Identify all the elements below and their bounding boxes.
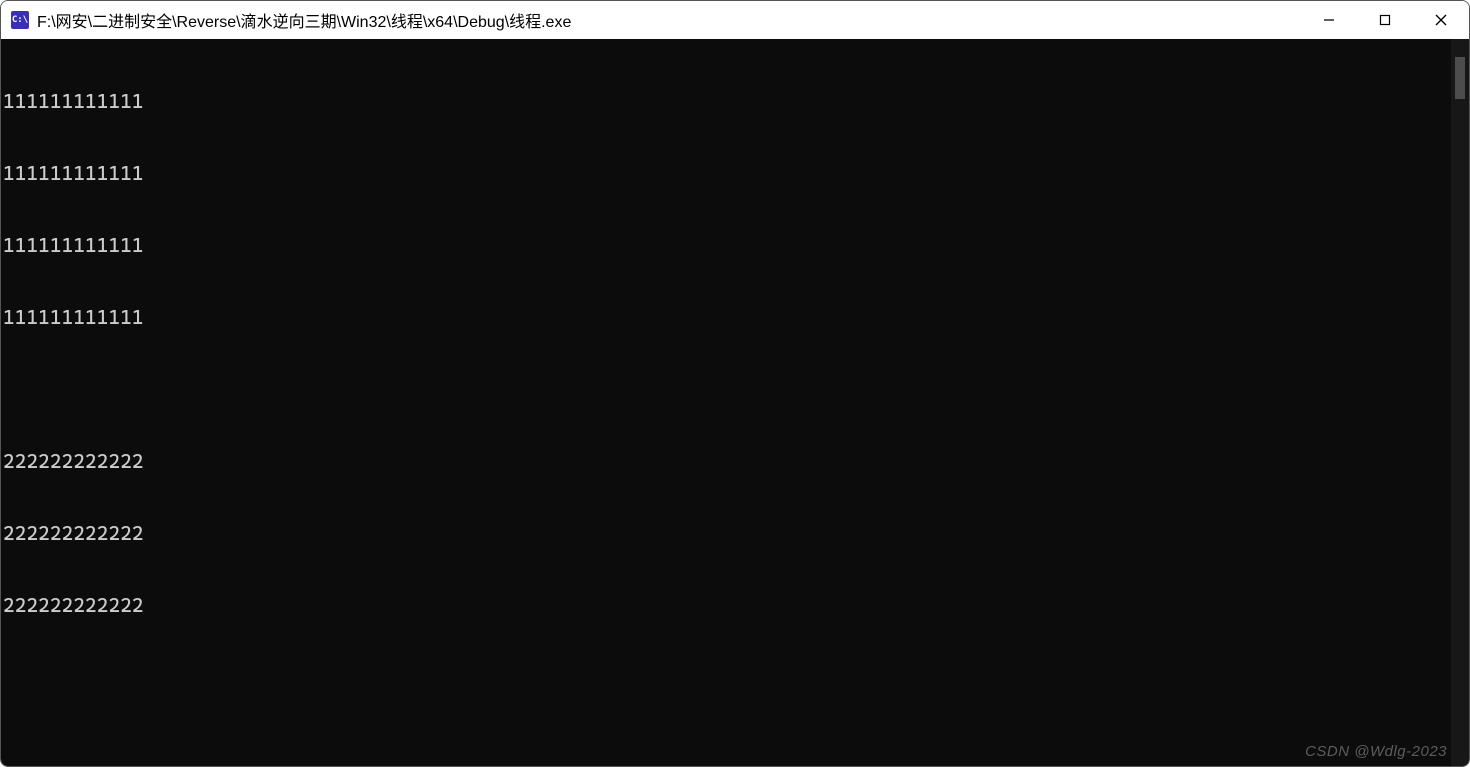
console-line: 111111111111	[3, 233, 1451, 257]
vertical-scrollbar[interactable]	[1451, 39, 1469, 766]
console-line: 222222222222	[3, 449, 1451, 473]
close-icon	[1435, 14, 1447, 26]
maximize-button[interactable]	[1357, 1, 1413, 39]
console-line: 111111111111	[3, 161, 1451, 185]
close-button[interactable]	[1413, 1, 1469, 39]
window-title: F:\网安\二进制安全\Reverse\滴水逆向三期\Win32\线程\x64\…	[37, 8, 1301, 32]
watermark-text: CSDN @Wdlg-2023	[1305, 743, 1447, 760]
app-icon-label: C:\	[12, 15, 28, 25]
scrollbar-thumb[interactable]	[1455, 57, 1465, 99]
console-line: 222222222222	[3, 593, 1451, 617]
console-output[interactable]: 111111111111 111111111111 111111111111 1…	[1, 39, 1451, 766]
minimize-button[interactable]	[1301, 1, 1357, 39]
window-controls	[1301, 1, 1469, 39]
minimize-icon	[1323, 14, 1335, 26]
titlebar[interactable]: C:\ F:\网安\二进制安全\Reverse\滴水逆向三期\Win32\线程\…	[1, 1, 1469, 39]
console-line: 111111111111	[3, 89, 1451, 113]
maximize-icon	[1379, 14, 1391, 26]
console-line	[3, 377, 1451, 401]
console-line: 111111111111	[3, 305, 1451, 329]
console-area: 111111111111 111111111111 111111111111 1…	[1, 39, 1469, 766]
application-window: C:\ F:\网安\二进制安全\Reverse\滴水逆向三期\Win32\线程\…	[0, 0, 1470, 767]
console-app-icon: C:\	[11, 11, 29, 29]
console-line: 222222222222	[3, 521, 1451, 545]
